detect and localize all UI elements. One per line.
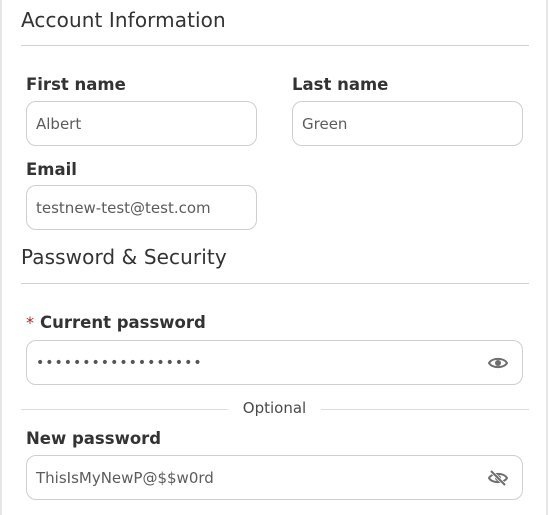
new-password-label: New password [26, 429, 162, 448]
required-asterisk: * [26, 313, 34, 332]
current-password-label: * Current password [26, 313, 206, 332]
optional-line-right [321, 409, 529, 410]
email-field[interactable]: testnew-test@test.com [26, 185, 257, 230]
eye-off-icon[interactable] [487, 469, 509, 487]
eye-icon[interactable] [487, 354, 509, 372]
last-name-field[interactable]: Green [292, 101, 523, 146]
new-password-field[interactable]: ThisIsMyNewP@$$w0rd [26, 455, 523, 500]
current-password-value: •••••••••••••••••• [36, 354, 203, 371]
current-password-field[interactable]: •••••••••••••••••• [26, 340, 523, 385]
current-password-label-text: Current password [40, 313, 206, 332]
account-section-title: Account Information [21, 8, 226, 32]
security-section-divider [21, 283, 529, 284]
security-section-title: Password & Security [21, 245, 227, 269]
first-name-field[interactable]: Albert [26, 101, 257, 146]
first-name-value: Albert [36, 114, 82, 133]
first-name-label: First name [26, 75, 126, 94]
last-name-value: Green [302, 114, 348, 133]
account-section-divider [21, 45, 529, 46]
email-value: testnew-test@test.com [36, 198, 211, 217]
new-password-value: ThisIsMyNewP@$$w0rd [36, 468, 214, 487]
panel-right-border [546, 0, 548, 515]
optional-separator: Optional [21, 398, 529, 420]
last-name-label: Last name [292, 75, 389, 94]
panel-left-border [0, 0, 2, 515]
optional-label: Optional [242, 399, 307, 417]
optional-line-left [21, 409, 228, 410]
email-label: Email [26, 160, 77, 179]
